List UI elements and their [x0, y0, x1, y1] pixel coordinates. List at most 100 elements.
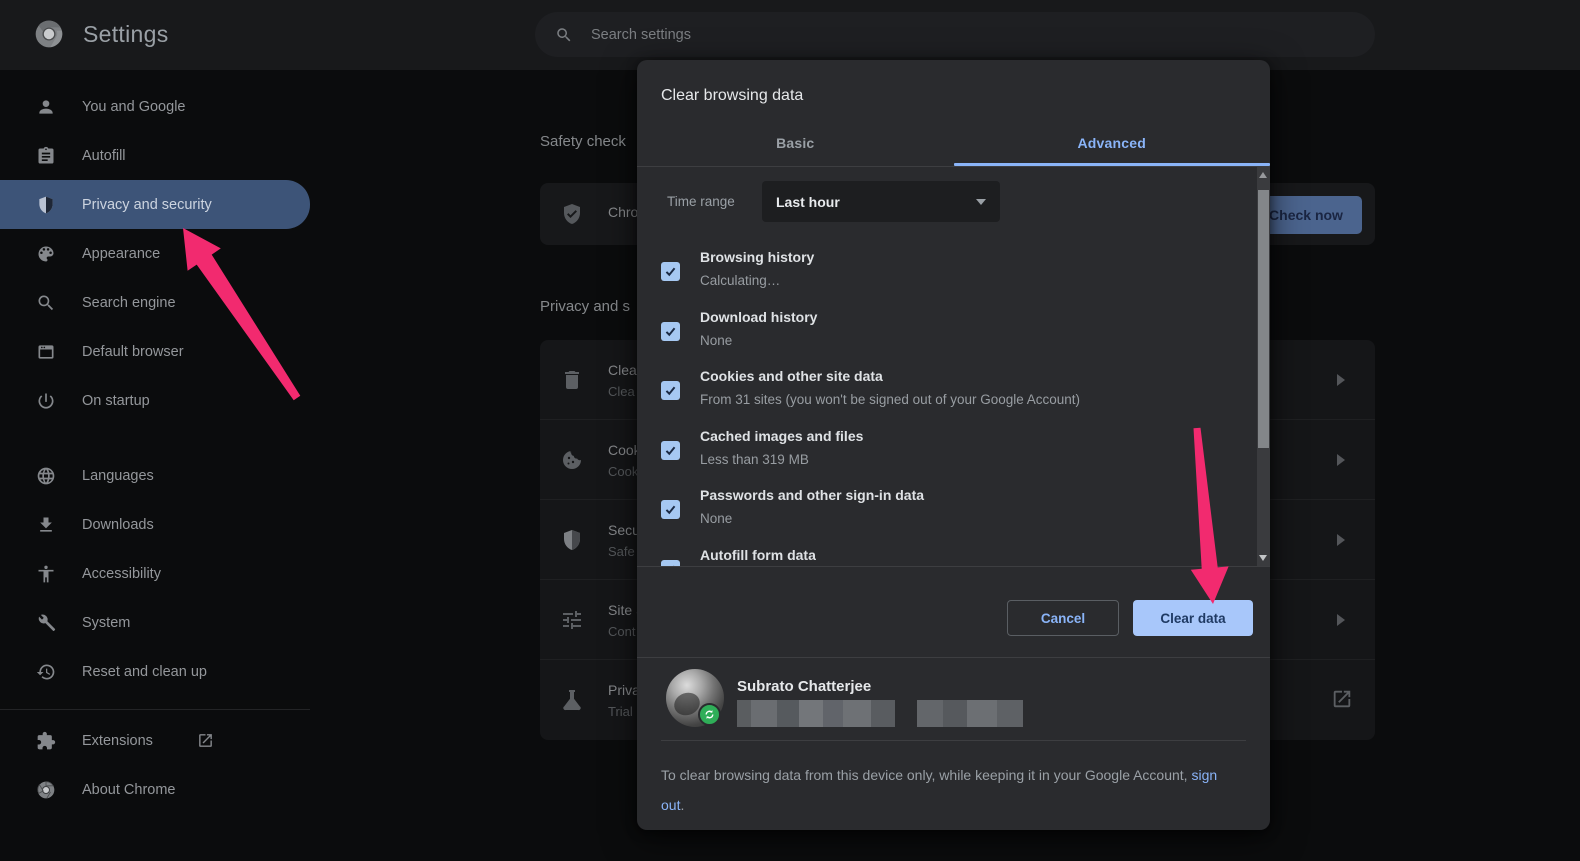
browsing-history-checkbox[interactable]: [661, 262, 680, 281]
redacted-email: [737, 700, 895, 727]
external-link-icon: [197, 732, 214, 749]
row-subtitle-fragment: Clea: [608, 384, 635, 399]
sidebar-item-label: You and Google: [82, 99, 185, 115]
download-history-checkbox[interactable]: [661, 322, 680, 341]
sidebar-item-label: On startup: [82, 393, 150, 409]
chevron-right-icon: [1337, 454, 1345, 466]
system-icon: [36, 613, 56, 633]
page-title: Settings: [83, 21, 169, 48]
item-label: Autofill form data: [700, 547, 816, 563]
tab-advanced[interactable]: Advanced: [954, 120, 1271, 166]
footer-suffix: .: [680, 797, 684, 813]
cookies-checkbox[interactable]: [661, 381, 680, 400]
external-link-icon: [1331, 688, 1353, 710]
autofill-icon: [36, 146, 56, 166]
item-detail: None: [700, 333, 732, 348]
person-icon: [36, 97, 56, 117]
sidebar-item-privacy-and-security[interactable]: Privacy and security: [0, 180, 310, 229]
item-detail: Less than 319 MB: [700, 452, 809, 467]
list-item-autofill-form-data: Autofill form data: [637, 545, 1253, 566]
redacted-text: [917, 700, 1023, 727]
item-detail: Calculating…: [700, 273, 780, 288]
chevron-right-icon: [1337, 614, 1345, 626]
dialog-scrollbar[interactable]: [1257, 167, 1270, 566]
flask-icon: [560, 688, 584, 712]
sidebar-item-search-engine[interactable]: Search engine: [0, 278, 310, 327]
sync-badge-icon: [698, 703, 721, 726]
chrome-icon: [36, 780, 56, 800]
on-startup-icon: [36, 391, 56, 411]
sidebar-item-you-and-google[interactable]: You and Google: [0, 82, 310, 131]
sidebar-item-system[interactable]: System: [0, 598, 310, 647]
cookie-icon: [560, 448, 584, 472]
sidebar-item-appearance[interactable]: Appearance: [0, 229, 310, 278]
divider: [661, 740, 1246, 741]
item-detail: None: [700, 511, 732, 526]
row-subtitle-fragment: Cook: [608, 464, 638, 479]
appearance-icon: [36, 244, 56, 264]
row-title-fragment: Secu: [608, 522, 640, 538]
item-label: Download history: [700, 309, 817, 325]
item-label: Cookies and other site data: [700, 368, 883, 384]
sidebar-item-label: Appearance: [82, 246, 160, 262]
profile-name: Subrato Chatterjee: [737, 678, 871, 695]
sidebar-item-label: Accessibility: [82, 566, 161, 582]
data-types-list: Browsing history Calculating… Download h…: [637, 167, 1253, 566]
sidebar-item-on-startup[interactable]: On startup: [0, 376, 310, 425]
item-label: Cached images and files: [700, 428, 863, 444]
reset-icon: [36, 662, 56, 682]
sidebar-item-label: About Chrome: [82, 782, 176, 798]
list-item-download-history: Download history None: [637, 307, 1253, 361]
footer-text: To clear browsing data from this device …: [661, 767, 1191, 783]
sidebar-item-autofill[interactable]: Autofill: [0, 131, 310, 180]
sidebar-item-label: Downloads: [82, 517, 154, 533]
privacy-security-heading: Privacy and s: [540, 298, 630, 315]
sidebar-item-accessibility[interactable]: Accessibility: [0, 549, 310, 598]
sidebar-item-about-chrome[interactable]: About Chrome: [0, 765, 310, 814]
avatar: [666, 669, 724, 727]
scrollbar-thumb[interactable]: [1258, 190, 1269, 448]
cached-images-checkbox[interactable]: [661, 441, 680, 460]
passwords-checkbox[interactable]: [661, 500, 680, 519]
sidebar-item-reset-and-clean-up[interactable]: Reset and clean up: [0, 647, 310, 696]
chrome-logo-icon: [33, 18, 65, 50]
sidebar-item-label: Default browser: [82, 344, 184, 360]
sidebar-item-languages[interactable]: Languages: [0, 451, 310, 500]
extensions-icon: [36, 731, 56, 751]
sidebar-item-label: Search engine: [82, 295, 176, 311]
item-detail: From 31 sites (you won't be signed out o…: [700, 392, 1080, 407]
sidebar-item-extensions[interactable]: Extensions: [0, 716, 310, 765]
list-item-cached-images: Cached images and files Less than 319 MB: [637, 426, 1253, 480]
sidebar-spacer: [0, 425, 310, 451]
dialog-footer-note: To clear browsing data from this device …: [661, 760, 1236, 820]
dialog-title: Clear browsing data: [661, 87, 803, 105]
dialog-tabs: Basic Advanced: [637, 120, 1270, 166]
privacy-shield-icon: [36, 195, 56, 215]
row-subtitle-fragment: Trial: [608, 704, 633, 719]
chrome-settings-page: Settings Search settings You and Google …: [0, 0, 1580, 861]
tab-basic[interactable]: Basic: [637, 120, 954, 166]
default-browser-icon: [36, 342, 56, 362]
shield-check-icon: [560, 202, 584, 226]
accessibility-icon: [36, 564, 56, 584]
clear-data-button[interactable]: Clear data: [1133, 600, 1253, 636]
sidebar-item-downloads[interactable]: Downloads: [0, 500, 310, 549]
divider: [637, 566, 1270, 567]
sidebar-item-label: Reset and clean up: [82, 664, 207, 680]
search-placeholder: Search settings: [591, 27, 691, 43]
chevron-right-icon: [1337, 374, 1345, 386]
scroll-down-icon[interactable]: [1259, 555, 1267, 561]
sidebar-item-label: Extensions: [82, 733, 153, 749]
row-subtitle-fragment: Safe: [608, 544, 635, 559]
sidebar-item-label: Languages: [82, 468, 154, 484]
security-shield-icon: [560, 528, 584, 552]
search-settings-input[interactable]: Search settings: [535, 12, 1375, 57]
cancel-button[interactable]: Cancel: [1007, 600, 1119, 636]
scroll-up-icon[interactable]: [1259, 172, 1267, 178]
chevron-right-icon: [1337, 534, 1345, 546]
item-label: Browsing history: [700, 249, 814, 265]
settings-sidebar: You and Google Autofill Privacy and secu…: [0, 70, 310, 861]
trash-icon: [560, 368, 584, 392]
sidebar-item-default-browser[interactable]: Default browser: [0, 327, 310, 376]
item-label: Passwords and other sign-in data: [700, 487, 924, 503]
